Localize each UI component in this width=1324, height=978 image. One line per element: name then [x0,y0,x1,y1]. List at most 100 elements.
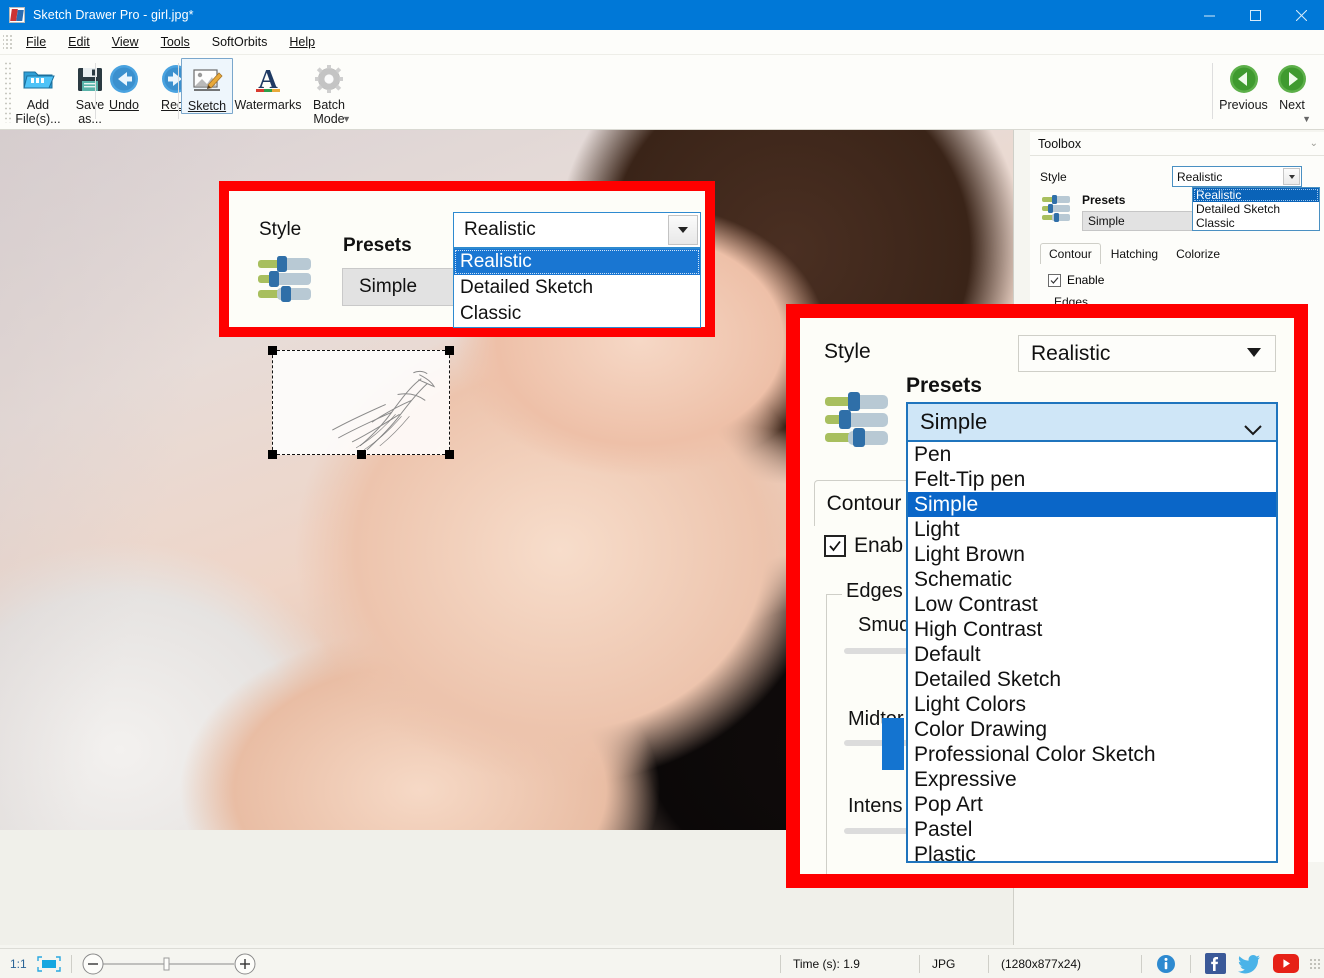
youtube-icon[interactable] [1273,954,1299,973]
preset-option-high-contrast[interactable]: High Contrast [908,617,1276,642]
selection-handle-top-left[interactable] [268,346,277,355]
menu-item-edit[interactable]: Edit [57,32,101,52]
next-button[interactable]: Next [1271,58,1313,112]
image-dimensions-label: (1280x877x24) [1001,957,1141,971]
preset-option-professional-color-sketch[interactable]: Professional Color Sketch [908,742,1276,767]
status-separator-1 [71,955,72,973]
processing-time-label: Time (s): 1.9 [793,957,919,971]
menu-item-softorbits[interactable]: SoftOrbits [201,32,279,52]
presets-combobox[interactable]: Simple [1082,211,1200,231]
resize-grip-icon[interactable] [1309,958,1321,970]
toolbox-tabstrip: Contour Hatching Colorize [1040,243,1316,264]
enable-checkbox-row[interactable]: Enable [1048,273,1316,287]
zoom-ratio-label: 1:1 [10,957,27,971]
callout2-presets-dropdown-list[interactable]: Pen Felt-Tip pen Simple Light Light Brow… [906,442,1278,863]
callout-style-dropdown-list[interactable]: Realistic Detailed Sketch Classic [453,248,701,328]
callout-style-combobox[interactable]: Realistic [453,212,701,248]
preset-option-schematic[interactable]: Schematic [908,567,1276,592]
callout-style-dropdown: Style Presets Simple Realistic Realistic… [219,181,715,337]
preset-option-default[interactable]: Default [908,642,1276,667]
style-option-classic[interactable]: Classic [1193,216,1319,230]
selection-handle-top-right[interactable] [445,346,454,355]
menu-item-file[interactable]: File [15,32,57,52]
callout-style-combobox-value: Realistic [464,219,536,241]
callout-style-option-realistic[interactable]: Realistic [454,249,700,275]
facebook-icon[interactable] [1205,953,1226,974]
enable-checkbox[interactable] [824,535,846,557]
twitter-icon[interactable] [1238,954,1261,974]
window-controls [1186,0,1324,30]
callout2-midtones-slider-knob[interactable] [882,718,904,770]
toolbar-expand-icon[interactable]: ▼ [342,114,351,124]
callout2-tab-contour[interactable]: Contour [814,480,914,526]
callout-style-option-detailed-sketch[interactable]: Detailed Sketch [454,275,700,301]
status-separator-2 [780,955,781,973]
toolbar-separator-1 [95,63,96,119]
watermarks-label: Watermarks [235,98,302,112]
sketch-preview-icon [273,351,449,455]
preset-option-pastel[interactable]: Pastel [908,817,1276,842]
tab-contour[interactable]: Contour [1040,243,1101,264]
callout2-style-value: Realistic [1031,342,1110,366]
maximize-icon[interactable] [1232,0,1278,30]
chevron-down-icon[interactable] [1283,168,1300,185]
sketch-button[interactable]: Sketch [181,58,233,114]
chevron-down-icon[interactable] [1247,348,1261,357]
preset-option-expressive[interactable]: Expressive [908,767,1276,792]
undo-button[interactable]: Undo [98,58,150,112]
selection-handle-bottom-center[interactable] [357,450,366,459]
style-dropdown-list[interactable]: Realistic Detailed Sketch Classic [1192,187,1320,231]
callout-presets-label: Presets [343,235,412,257]
toolbar-grip-icon[interactable] [4,61,11,123]
menu-grip-icon[interactable] [3,33,12,51]
menu-softorbits-label: SoftOrbits [212,35,268,49]
preset-option-light[interactable]: Light [908,517,1276,542]
menu-item-tools[interactable]: Tools [150,32,201,52]
watermarks-button[interactable]: A Watermarks [233,58,303,112]
callout-style-inner: Style Presets Simple Realistic Realistic… [229,191,705,327]
nav-expand-icon[interactable]: ▼ [1302,114,1311,124]
callout-style-option-classic[interactable]: Classic [454,301,700,327]
preset-option-detailed-sketch[interactable]: Detailed Sketch [908,667,1276,692]
preset-option-low-contrast[interactable]: Low Contrast [908,592,1276,617]
status-separator-5 [1141,955,1142,973]
previous-arrow-icon [1228,62,1260,96]
callout2-intensity-label: Intens [848,795,902,818]
preset-option-pop-art[interactable]: Pop Art [908,792,1276,817]
preset-option-color-drawing[interactable]: Color Drawing [908,717,1276,742]
close-icon[interactable] [1278,0,1324,30]
callout2-presets-combobox[interactable]: Simple [906,402,1278,442]
callout2-style-combobox[interactable]: Realistic [1018,335,1276,372]
chevron-down-icon[interactable] [668,215,698,245]
preset-option-pen[interactable]: Pen [908,442,1276,467]
minimize-icon[interactable] [1186,0,1232,30]
chevron-down-icon[interactable]: ⌄ [1310,138,1318,149]
preset-option-simple[interactable]: Simple [908,492,1276,517]
menu-view-label: View [112,35,139,49]
menu-item-view[interactable]: View [101,32,150,52]
zoom-slider[interactable] [82,953,257,975]
menu-tools-label: Tools [161,35,190,49]
batch-mode-gear-icon [313,62,345,96]
selection-handle-bottom-right[interactable] [445,450,454,459]
menu-item-help[interactable]: Help [278,32,326,52]
tab-colorize[interactable]: Colorize [1168,244,1228,264]
preset-option-light-brown[interactable]: Light Brown [908,542,1276,567]
presets-combobox-value: Simple [1088,214,1125,228]
preset-option-plastic[interactable]: Plastic [908,842,1276,863]
preset-option-felt-tip-pen[interactable]: Felt-Tip pen [908,467,1276,492]
fit-to-window-icon[interactable] [37,956,61,972]
previous-button[interactable]: Previous [1216,58,1271,112]
tab-hatching[interactable]: Hatching [1103,244,1166,264]
preset-option-light-colors[interactable]: Light Colors [908,692,1276,717]
callout2-enable-row[interactable]: Enab [824,534,903,558]
add-files-button[interactable]: AddFile(s)... [12,58,64,126]
selection-handle-bottom-left[interactable] [268,450,277,459]
chevron-down-icon[interactable] [1244,416,1262,426]
style-combobox[interactable]: Realistic [1172,166,1302,187]
selection-marquee[interactable] [272,350,450,455]
style-option-realistic[interactable]: Realistic [1193,188,1319,202]
style-option-detailed-sketch[interactable]: Detailed Sketch [1193,202,1319,216]
enable-checkbox[interactable] [1048,274,1061,287]
info-icon[interactable] [1156,954,1176,974]
